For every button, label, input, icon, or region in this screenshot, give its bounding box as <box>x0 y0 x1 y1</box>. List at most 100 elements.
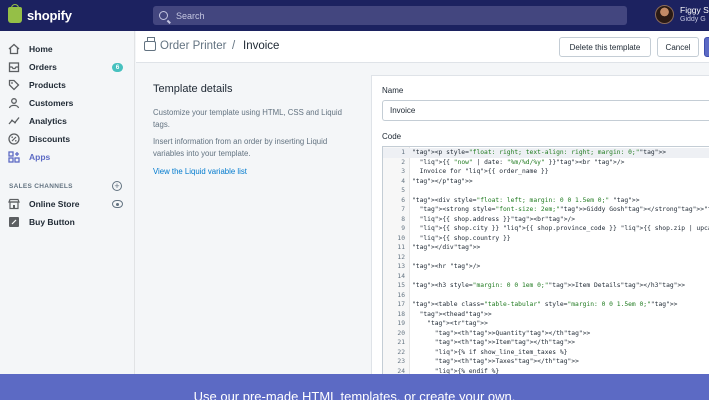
search-placeholder: Search <box>176 10 205 21</box>
add-sales-channel-button[interactable]: + <box>112 181 122 191</box>
line-number: 17 <box>397 301 405 308</box>
home-icon <box>8 43 20 55</box>
user-menu[interactable]: Figgy S Giddy G <box>655 5 709 24</box>
discount-icon <box>8 133 20 145</box>
analytics-icon <box>8 115 20 127</box>
code-text: "tag"><th"tag">>Item"tag"></th"tag">> <box>434 339 576 346</box>
code-line: 15 "tag"><h3 style="margin: 0 0 1em 0;""t… <box>383 281 709 291</box>
code-text: "tag"><h3 style="margin: 0 0 1em 0;""tag… <box>412 282 686 289</box>
line-number: 3 <box>401 168 405 175</box>
tag-icon <box>8 79 20 91</box>
line-number: 1 <box>401 149 405 156</box>
view-store-eye-icon[interactable] <box>112 200 123 208</box>
line-number: 9 <box>401 225 405 232</box>
sidebar-item-label: Analytics <box>29 116 67 126</box>
template-details-title: Template details <box>153 83 233 95</box>
sidebar-item-home[interactable]: Home <box>0 40 135 58</box>
breadcrumb[interactable]: Order Printer <box>160 40 226 52</box>
sidebar-item-orders[interactable]: Orders 6 <box>0 58 135 76</box>
code-text: "liq">{{ "now" | date: "%m/%d/%y" }}"tag… <box>419 158 625 166</box>
line-number: 16 <box>397 291 405 299</box>
sidebar-item-label: Discounts <box>29 134 71 144</box>
name-field[interactable]: Invoice <box>382 100 709 121</box>
code-line: 9 "liq">{{ shop.city }} "liq">{{ shop.pr… <box>383 224 709 234</box>
sales-channels-title: SALES CHANNELS <box>9 183 73 190</box>
code-text: "tag"></p"tag">> <box>412 177 473 185</box>
sidebar-item-analytics[interactable]: Analytics <box>0 112 135 130</box>
shopify-bag-icon <box>8 4 22 23</box>
code-text: Invoice for "liq">{{ order_name }} <box>412 168 549 175</box>
avatar <box>655 5 674 24</box>
code-text: "tag"><th"tag">>Taxes"tag"></th"tag">> <box>434 358 579 365</box>
buy-button-icon <box>8 216 20 228</box>
sidebar-item-products[interactable]: Products <box>0 76 135 94</box>
line-number: 12 <box>397 253 405 261</box>
code-line: 20 "tag"><th"tag">>Quantity"tag"></th"ta… <box>383 329 709 339</box>
code-line: 5 <box>383 186 709 196</box>
page-header: Order Printer / Invoice Delete this temp… <box>136 31 709 63</box>
code-text: "tag"><th"tag">>Quantity"tag"></th"tag">… <box>434 329 591 337</box>
code-text: "tag"><p style="float: right; text-align… <box>412 149 667 156</box>
code-text: "liq">{{ shop.address }}"tag"><br"tag">/… <box>419 215 576 223</box>
store-icon <box>8 198 20 210</box>
template-details-hint: Insert information from an order by inse… <box>153 137 328 158</box>
liquid-variables-link[interactable]: View the Liquid variable list <box>153 167 247 176</box>
apps-icon <box>8 151 20 163</box>
user-shop: Giddy G <box>680 16 706 23</box>
code-line: 21 "tag"><th"tag">>Item"tag"></th"tag">> <box>383 338 709 348</box>
shopify-logo[interactable]: shopify <box>8 4 72 23</box>
code-line: 7 "tag"><strong style="font-size: 2em;""… <box>383 205 709 215</box>
line-number: 13 <box>397 263 405 270</box>
code-line: 1 "tag"><p style="float: right; text-alig… <box>383 148 709 158</box>
sidebar-item-label: Products <box>29 80 66 90</box>
code-line: 4 "tag"></p"tag">> <box>383 177 709 187</box>
sidebar-item-customers[interactable]: Customers <box>0 94 135 112</box>
banner-text: Use our pre-made HTML templates, or crea… <box>193 389 516 400</box>
line-number: 20 <box>397 329 405 337</box>
breadcrumb-separator: / <box>232 40 236 52</box>
top-bar: shopify Search Figgy S Giddy G <box>0 0 709 31</box>
line-number: 23 <box>397 358 405 365</box>
line-number: 15 <box>397 282 405 289</box>
user-name: Figgy S <box>680 5 709 15</box>
page-title: Invoice <box>243 40 280 52</box>
search-input[interactable]: Search <box>153 6 627 25</box>
sidebar-item-buy-button[interactable]: Buy Button <box>0 213 135 231</box>
code-text: "tag"><div style="float: left; margin: 0… <box>412 196 640 204</box>
code-line: 19 "tag"><tr"tag">> <box>383 319 709 329</box>
code-line: 18 "tag"><thead"tag">> <box>383 310 709 320</box>
code-line: 8 "liq">{{ shop.address }}"tag"><br"tag"… <box>383 215 709 225</box>
orders-icon <box>8 61 20 73</box>
logo-text: shopify <box>27 7 72 23</box>
code-text: "tag"><hr "tag">/> <box>412 263 481 270</box>
line-number: 19 <box>397 320 405 327</box>
sidebar-item-label: Online Store <box>29 199 80 209</box>
code-line: 12 <box>383 253 709 263</box>
printer-icon <box>144 37 156 51</box>
code-editor[interactable]: 1 "tag"><p style="float: right; text-alig… <box>382 146 709 400</box>
line-number: 11 <box>397 244 405 251</box>
code-text: "tag"><tr"tag">> <box>427 320 488 327</box>
code-line: 14 <box>383 272 709 282</box>
sidebar-item-apps[interactable]: Apps <box>0 148 135 166</box>
name-label: Name <box>382 86 404 95</box>
line-number: 8 <box>401 215 405 223</box>
sidebar-item-label: Orders <box>29 62 57 72</box>
code-line: 17 "tag"><table class="table-tabular" sty… <box>383 300 709 310</box>
cancel-button[interactable]: Cancel <box>657 37 699 57</box>
code-line: 6 "tag"><div style="float: left; margin: … <box>383 196 709 206</box>
sidebar-item-discounts[interactable]: Discounts <box>0 130 135 148</box>
delete-template-button[interactable]: Delete this template <box>559 37 651 57</box>
line-number: 5 <box>401 187 405 194</box>
line-number: 7 <box>401 206 405 213</box>
sidebar-item-label: Apps <box>29 152 51 162</box>
sidebar: Home Orders 6 Products Customers Analyti… <box>0 31 135 400</box>
search-icon <box>159 11 168 20</box>
save-button[interactable] <box>704 37 709 57</box>
code-text: "liq">{% if show_line_item_taxes %} <box>434 348 568 356</box>
promo-banner: Use our pre-made HTML templates, or crea… <box>0 374 709 400</box>
customers-icon <box>8 97 20 109</box>
code-line: 10 "liq">{{ shop.country }} <box>383 234 709 244</box>
template-form-card: Name Invoice Code 1 "tag"><p style="float… <box>371 75 709 400</box>
code-text: "tag"></div"tag">> <box>412 244 481 251</box>
